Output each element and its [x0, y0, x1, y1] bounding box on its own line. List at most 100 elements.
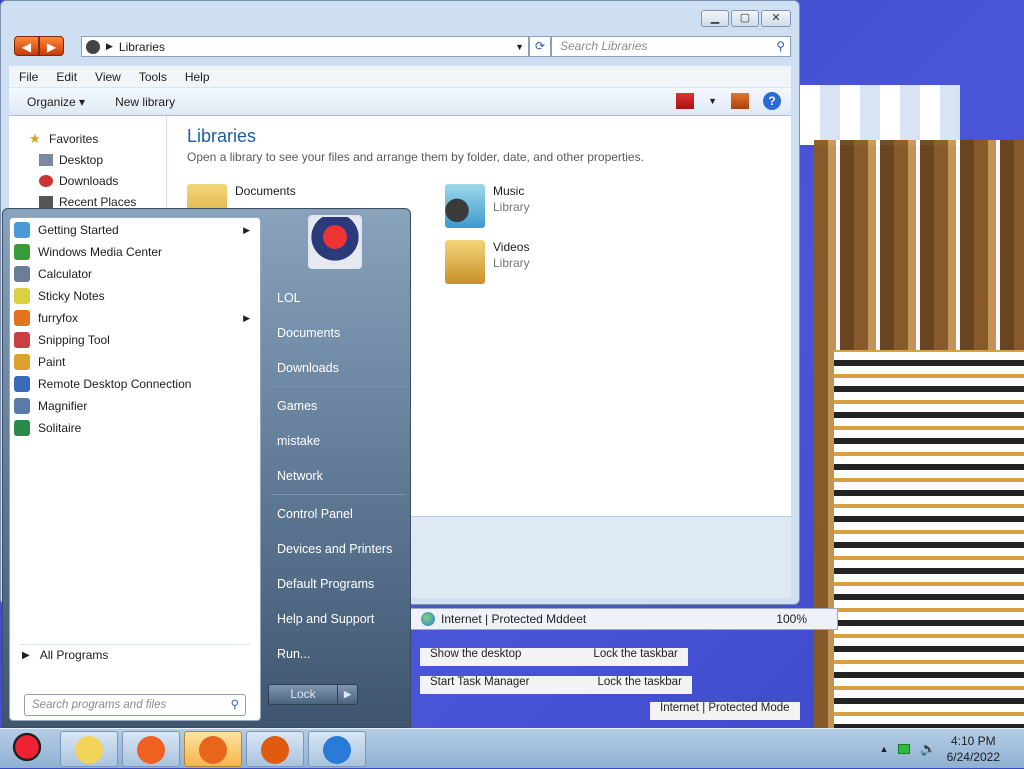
program-item[interactable]: Remote Desktop Connection [10, 373, 260, 395]
start-menu-link[interactable]: Control Panel [265, 497, 411, 532]
start-menu-link[interactable]: Default Programs [265, 567, 411, 602]
program-label: Sticky Notes [38, 289, 105, 303]
firefox-icon [199, 736, 227, 764]
start-menu-link[interactable]: Downloads [265, 351, 411, 386]
libraries-icon [86, 40, 100, 54]
close-button[interactable]: ✕ [761, 10, 791, 27]
breadcrumb-arrow-icon[interactable]: ▶ [106, 41, 113, 52]
user-avatar[interactable] [308, 215, 362, 269]
menu-file[interactable]: File [19, 70, 38, 84]
forward-button[interactable]: ▶ [39, 36, 64, 56]
library-name: Music [493, 184, 530, 198]
ie-zoom-level[interactable]: 100% [776, 612, 807, 626]
back-button[interactable]: ◀ [14, 36, 39, 56]
program-label: Calculator [38, 267, 92, 281]
program-item[interactable]: Windows Media Center [10, 241, 260, 263]
all-programs-button[interactable]: ▶ All Programs [16, 648, 108, 662]
program-icon [14, 376, 30, 392]
show-hidden-icons-icon[interactable]: ▲ [880, 744, 889, 754]
taskbar-button-flash-app[interactable] [122, 731, 180, 767]
taskbar-button-firefox[interactable] [184, 731, 242, 767]
minimize-button[interactable]: ▁ [701, 10, 729, 27]
menu-edit[interactable]: Edit [56, 70, 77, 84]
glitched-desktop-area-lower [834, 350, 1024, 730]
lock-label: Lock [269, 685, 337, 704]
taskbar-button-folder[interactable] [60, 731, 118, 767]
program-label: Magnifier [38, 399, 87, 413]
program-item[interactable]: Solitaire [10, 417, 260, 439]
clock-date: 6/24/2022 [947, 749, 1000, 765]
clock[interactable]: 4:10 PM 6/24/2022 [947, 733, 1000, 765]
organize-button[interactable]: Organize ▾ [27, 95, 85, 109]
search-input[interactable]: Search Libraries ⚲ [551, 36, 791, 57]
notification-area: ▲ 🔈 4:10 PM 6/24/2022 [880, 729, 1024, 769]
triangle-right-icon: ▶ [22, 650, 30, 661]
program-item[interactable]: furryfox▶ [10, 307, 260, 329]
start-menu-link[interactable]: Games [265, 389, 411, 424]
start-menu-link[interactable]: Run... [265, 637, 411, 672]
program-item[interactable]: Snipping Tool [10, 329, 260, 351]
nav-label: Recent Places [59, 195, 136, 209]
refresh-button[interactable]: ⟳ [529, 36, 551, 57]
nav-item-favorites[interactable]: ★Favorites [9, 128, 166, 149]
program-item[interactable]: Sticky Notes [10, 285, 260, 307]
submenu-arrow-icon[interactable]: ▶ [243, 313, 250, 324]
ghost-text: Show the desktop [430, 648, 521, 666]
program-item[interactable]: Paint [10, 351, 260, 373]
start-search-input[interactable]: Search programs and files ⚲ [24, 694, 246, 716]
library-name: Documents [235, 184, 296, 198]
program-icon [14, 266, 30, 282]
nav-item-desktop[interactable]: Desktop [9, 149, 166, 170]
menu-view[interactable]: View [95, 70, 121, 84]
java-icon [261, 736, 289, 764]
maximize-button[interactable]: ▢ [731, 10, 759, 27]
library-item[interactable]: VideosLibrary [445, 240, 530, 284]
search-icon[interactable]: ⚲ [776, 37, 785, 56]
view-options-icon[interactable] [676, 93, 694, 109]
ie-status-text: Internet | Protected Mddeet [441, 612, 586, 626]
program-label: Windows Media Center [38, 245, 162, 259]
ghost-text: Lock the taskbar [598, 676, 682, 694]
taskbar-button-java[interactable] [246, 731, 304, 767]
start-menu-link[interactable]: Network [265, 459, 411, 494]
menu-help[interactable]: Help [185, 70, 210, 84]
menu-bar: File Edit View Tools Help [9, 66, 791, 88]
submenu-arrow-icon[interactable]: ▶ [243, 225, 250, 236]
page-title: Libraries [187, 126, 771, 147]
menu-tools[interactable]: Tools [139, 70, 167, 84]
title-bar[interactable]: ▁ ▢ ✕ [1, 1, 799, 35]
help-icon[interactable]: ? [763, 92, 781, 110]
nav-label: Favorites [49, 132, 98, 146]
program-icon [14, 222, 30, 238]
program-item[interactable]: Magnifier [10, 395, 260, 417]
flash-app-icon [137, 736, 165, 764]
taskbar-button-internet-explorer[interactable] [308, 731, 366, 767]
program-icon [14, 310, 30, 326]
start-menu-link[interactable]: mistake [265, 424, 411, 459]
address-bar[interactable]: ▶ Libraries ▼ [81, 36, 529, 57]
lock-button[interactable]: Lock ▶ [268, 684, 358, 705]
shutdown-options-arrow-icon[interactable]: ▶ [337, 685, 357, 704]
speaker-icon[interactable]: 🔈 [920, 741, 936, 757]
ghost-context-row: Internet | Protected Mode [650, 702, 800, 720]
search-icon[interactable]: ⚲ [231, 695, 239, 715]
nav-item-downloads[interactable]: Downloads [9, 170, 166, 191]
chevron-down-icon[interactable]: ▼ [515, 42, 524, 52]
library-type: Library [493, 256, 530, 270]
chevron-down-icon[interactable]: ▼ [708, 96, 717, 106]
ghost-text: Internet | Protected Mode [660, 702, 790, 720]
program-item[interactable]: Getting Started▶ [10, 219, 260, 241]
library-item[interactable]: MusicLibrary [445, 184, 530, 228]
program-item[interactable]: Calculator [10, 263, 260, 285]
recent-places-icon [39, 196, 53, 208]
start-menu-link[interactable]: Help and Support [265, 602, 411, 637]
start-menu-link[interactable]: Documents [265, 316, 411, 351]
start-button[interactable] [6, 729, 48, 769]
network-icon[interactable] [898, 744, 910, 754]
program-icon [14, 420, 30, 436]
ie-status-bar: Internet | Protected Mddeet 100% [410, 608, 838, 630]
start-menu-link[interactable]: Devices and Printers [265, 532, 411, 567]
preview-pane-icon[interactable] [731, 93, 749, 109]
start-menu-link[interactable]: LOL [265, 281, 411, 316]
new-library-button[interactable]: New library [115, 95, 175, 109]
